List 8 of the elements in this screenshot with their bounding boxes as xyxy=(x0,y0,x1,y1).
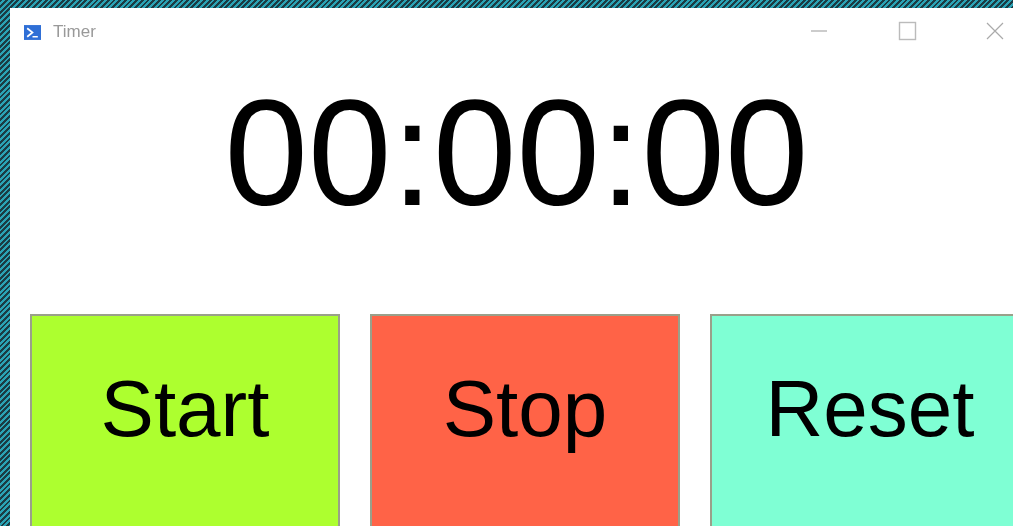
timer-display: 00:00:00 xyxy=(224,78,809,228)
maximize-icon[interactable] xyxy=(897,21,917,41)
close-icon[interactable] xyxy=(985,21,1005,41)
timer-button[interactable]: Reset xyxy=(710,314,1013,526)
timer-button[interactable]: Start xyxy=(30,314,340,526)
window-title: Timer xyxy=(53,22,96,42)
prompt-icon xyxy=(24,24,41,40)
timer-button[interactable]: Stop xyxy=(370,314,680,526)
